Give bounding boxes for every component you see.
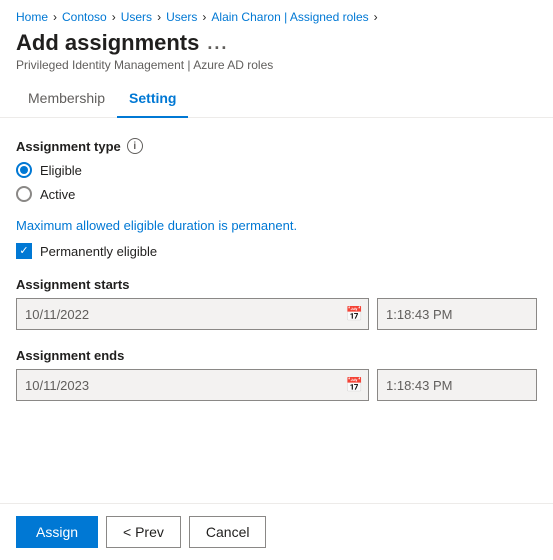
assignment-starts-date-wrap: 📅: [16, 298, 369, 330]
assignment-ends-time-input[interactable]: [377, 369, 537, 401]
page-header: Add assignments ... Privileged Identity …: [0, 30, 553, 80]
assignment-ends-row: 📅: [16, 369, 537, 401]
cancel-button[interactable]: Cancel: [189, 516, 267, 548]
radio-active-input[interactable]: [16, 186, 32, 202]
assignment-ends-date-input[interactable]: [16, 369, 369, 401]
tab-setting[interactable]: Setting: [117, 80, 188, 118]
breadcrumb-contoso[interactable]: Contoso: [62, 10, 107, 24]
assignment-ends-section: Assignment ends 📅: [16, 348, 537, 401]
tab-membership[interactable]: Membership: [16, 80, 117, 118]
assign-button[interactable]: Assign: [16, 516, 98, 548]
assignment-ends-label: Assignment ends: [16, 348, 537, 363]
breadcrumb-assigned-roles[interactable]: Alain Charon | Assigned roles: [211, 10, 368, 24]
breadcrumb-users-parent[interactable]: Users: [121, 10, 152, 24]
assignment-ends-date-wrap: 📅: [16, 369, 369, 401]
assignment-type-info-icon[interactable]: i: [127, 138, 143, 154]
radio-eligible-input[interactable]: [16, 162, 32, 178]
footer: Assign < Prev Cancel: [0, 503, 553, 560]
assignment-type-label: Assignment type: [16, 139, 121, 154]
assignment-starts-section: Assignment starts 📅: [16, 277, 537, 330]
radio-active[interactable]: Active: [16, 186, 537, 202]
content-area: Assignment type i Eligible Active Maximu…: [0, 118, 553, 421]
breadcrumb: Home › Contoso › Users › Users › Alain C…: [0, 0, 553, 30]
radio-eligible-label: Eligible: [40, 163, 82, 178]
assignment-starts-time-input[interactable]: [377, 298, 537, 330]
assignment-type-radio-group: Eligible Active: [16, 162, 537, 202]
breadcrumb-users[interactable]: Users: [166, 10, 197, 24]
breadcrumb-home[interactable]: Home: [16, 10, 48, 24]
assignment-starts-label: Assignment starts: [16, 277, 537, 292]
eligible-duration-info: Maximum allowed eligible duration is per…: [16, 218, 537, 233]
assignment-starts-row: 📅: [16, 298, 537, 330]
assignment-type-group: Assignment type i Eligible Active: [16, 138, 537, 202]
page-subtitle: Privileged Identity Management | Azure A…: [16, 58, 537, 72]
tabs-bar: Membership Setting: [0, 80, 553, 118]
radio-active-label: Active: [40, 187, 75, 202]
permanently-eligible-checkbox[interactable]: ✓ Permanently eligible: [16, 243, 537, 259]
permanently-eligible-label: Permanently eligible: [40, 244, 157, 259]
assignment-starts-date-input[interactable]: [16, 298, 369, 330]
page-title: Add assignments: [16, 30, 199, 56]
checkmark-icon: ✓: [19, 246, 28, 257]
prev-button[interactable]: < Prev: [106, 516, 181, 548]
more-options-button[interactable]: ...: [207, 33, 228, 54]
radio-eligible[interactable]: Eligible: [16, 162, 537, 178]
checkbox-box[interactable]: ✓: [16, 243, 32, 259]
